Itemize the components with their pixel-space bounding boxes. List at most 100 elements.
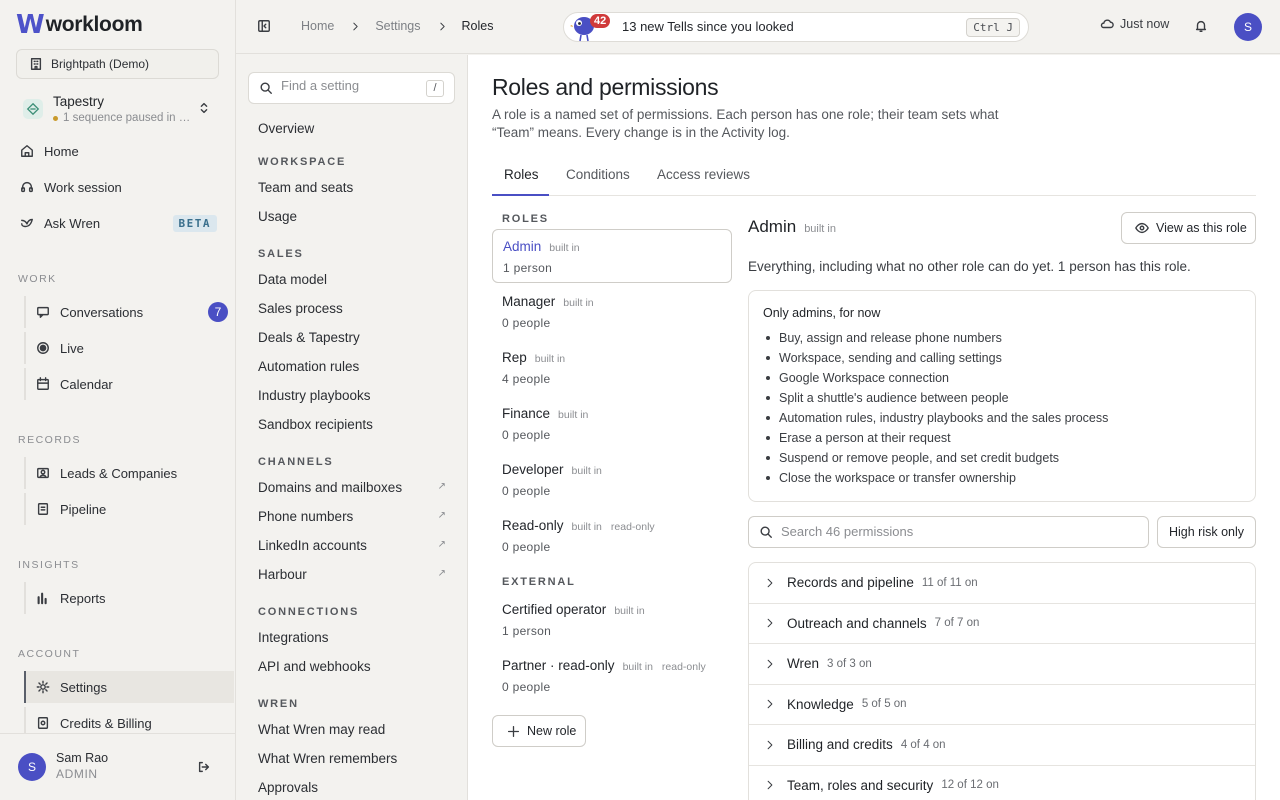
role-item-partner-read-only[interactable]: Partner · read-only built in read-only 0 p… — [492, 649, 732, 703]
permission-search-input[interactable] — [781, 524, 1131, 539]
topbar: Home Settings Roles 42 13 new Tells sinc… — [236, 0, 1280, 54]
high-risk-only-button[interactable]: High risk only — [1157, 516, 1256, 548]
bar-chart-icon — [37, 592, 47, 605]
settings-item[interactable]: API and webhooks — [258, 659, 450, 674]
settings-item[interactable]: Deals & Tapestry — [258, 330, 450, 345]
admins-only-item: Buy, assign and release phone numbers — [763, 328, 1241, 348]
pipeline-icon — [37, 503, 49, 515]
role-item-read-only[interactable]: Read-only built in read-only 0 people — [492, 509, 732, 563]
sidebar-item-leads-companies[interactable]: Leads & Companies — [24, 457, 234, 489]
tab-roles[interactable]: Roles — [504, 167, 539, 182]
settings-item[interactable]: Data model — [258, 272, 450, 287]
billing-icon — [37, 717, 49, 729]
role-tag: built in — [563, 297, 594, 309]
settings-item[interactable]: Automation rules — [258, 359, 450, 374]
sidebar-toggle-icon[interactable] — [257, 19, 271, 33]
settings-item[interactable]: Team and seats — [258, 180, 450, 195]
breadcrumb-settings[interactable]: Settings — [375, 19, 420, 33]
permission-group-knowledge[interactable]: Knowledge 5 of 5 on — [749, 685, 1255, 725]
admins-only-item: Split a shuttle's audience between peopl… — [763, 388, 1241, 408]
logo-mark: W — [16, 10, 45, 40]
settings-item[interactable]: Sandbox recipients — [258, 417, 450, 432]
role-item-certified-operator[interactable]: Certified operator built in 1 person — [492, 593, 732, 647]
logo[interactable]: W workloom — [16, 10, 143, 40]
conversations-count-badge: 7 — [208, 302, 228, 322]
breadcrumb: Home Settings Roles — [301, 19, 493, 33]
chevron-right-icon — [439, 22, 445, 30]
new-role-label: New role — [527, 724, 577, 738]
settings-item[interactable]: What Wren may read — [258, 722, 450, 737]
sidebar-item-conversations[interactable]: Conversations 7 — [24, 296, 234, 328]
new-role-button[interactable]: New role — [492, 715, 586, 747]
sidebar-item-home[interactable]: Home — [20, 135, 217, 167]
logout-icon[interactable] — [197, 760, 211, 774]
settings-item[interactable]: Usage — [258, 209, 450, 224]
page-title: Roles and permissions — [492, 74, 719, 100]
search-icon — [760, 526, 772, 538]
settings-item[interactable]: Approvals — [258, 780, 450, 795]
settings-item[interactable]: Sales process — [258, 301, 450, 316]
permission-group-records-pipeline[interactable]: Records and pipeline 11 of 11 on — [749, 563, 1255, 604]
permission-group-wren[interactable]: Wren 3 of 3 on — [749, 644, 1255, 685]
sidebar-item-live[interactable]: Live — [24, 332, 234, 364]
sidebar-item-label: Credits & Billing — [60, 715, 152, 731]
sidebar-item-pipeline[interactable]: Pipeline — [24, 493, 234, 525]
permission-group-name: Billing and credits — [787, 737, 893, 753]
chevron-right-icon — [767, 781, 773, 790]
role-item-manager[interactable]: Manager built in 0 people — [492, 285, 732, 339]
org-switcher[interactable]: Brightpath (Demo) — [16, 49, 219, 79]
chevron-right-icon — [767, 619, 773, 628]
sidebar-item-reports[interactable]: Reports — [24, 582, 234, 614]
avatar[interactable]: S — [1234, 13, 1262, 41]
settings-item-external[interactable]: LinkedIn accounts ↗ — [258, 538, 450, 553]
external-heading: EXTERNAL — [502, 576, 576, 588]
settings-item[interactable]: Integrations — [258, 630, 450, 645]
sync-status-text: Just now — [1120, 17, 1170, 31]
sidebar-item-ask-wren[interactable]: Ask Wren BETA — [20, 207, 217, 239]
role-item-rep[interactable]: Rep built in 4 people — [492, 341, 732, 395]
settings-item[interactable]: What Wren remembers — [258, 751, 450, 766]
tapestry-switcher[interactable]: Tapestry 1 sequence paused in … — [16, 88, 219, 130]
settings-item[interactable]: Industry playbooks — [258, 388, 450, 403]
tapestry-status: 1 sequence paused in … — [53, 112, 193, 124]
permission-group-team-roles-security[interactable]: Team, roles and security 12 of 12 on — [749, 766, 1255, 800]
settings-item-external[interactable]: Phone numbers ↗ — [258, 509, 450, 524]
bell-icon[interactable] — [1194, 19, 1208, 33]
tab-access-reviews[interactable]: Access reviews — [657, 167, 750, 182]
tells-notice[interactable]: 42 13 new Tells since you looked Ctrl J — [563, 12, 1029, 42]
sidebar-item-calendar[interactable]: Calendar — [24, 368, 234, 400]
permission-group-billing-credits[interactable]: Billing and credits 4 of 4 on — [749, 725, 1255, 766]
breadcrumb-home[interactable]: Home — [301, 19, 334, 33]
settings-search-input[interactable] — [281, 78, 411, 93]
permission-group-count: 3 of 3 on — [827, 657, 872, 670]
role-readonly-tag: read-only — [610, 521, 655, 533]
page-description: A role is a named set of permissions. Ea… — [492, 107, 999, 140]
view-as-role-button[interactable]: View as this role — [1121, 212, 1256, 244]
role-name: Manager — [502, 294, 556, 309]
role-item-developer[interactable]: Developer built in 0 people — [492, 453, 732, 507]
sidebar-item-label: Ask Wren — [44, 215, 101, 231]
role-count: 4 people — [502, 372, 551, 386]
permission-search — [748, 516, 1149, 548]
role-item-admin[interactable]: Admin built in 1 person — [492, 229, 732, 283]
user-role: ADMIN — [56, 767, 98, 781]
section-label-insights: INSIGHTS — [18, 559, 80, 571]
sidebar-item-settings[interactable]: Settings — [24, 671, 234, 703]
avatar[interactable]: S — [18, 753, 46, 781]
contacts-icon — [37, 467, 49, 479]
settings-item-external[interactable]: Harbour ↗ — [258, 567, 450, 582]
headset-icon — [21, 181, 33, 193]
main-content: Roles and permissions A role is a named … — [468, 55, 1280, 800]
sync-status[interactable]: Just now — [1100, 17, 1169, 31]
permission-group-outreach-channels[interactable]: Outreach and channels 7 of 7 on — [749, 604, 1255, 644]
settings-item-overview[interactable]: Overview — [258, 121, 450, 136]
role-detail-name: Admin — [748, 217, 797, 236]
role-item-finance[interactable]: Finance built in 0 people — [492, 397, 732, 451]
permission-group-name: Outreach and channels — [787, 615, 927, 631]
role-tag: built in — [571, 465, 602, 477]
sidebar-item-work-session[interactable]: Work session — [20, 171, 217, 203]
roles-heading: ROLES — [502, 213, 549, 225]
settings-item-external[interactable]: Domains and mailboxes ↗ — [258, 480, 450, 495]
admins-only-item: Google Workspace connection — [763, 368, 1241, 388]
tab-conditions[interactable]: Conditions — [566, 167, 630, 182]
